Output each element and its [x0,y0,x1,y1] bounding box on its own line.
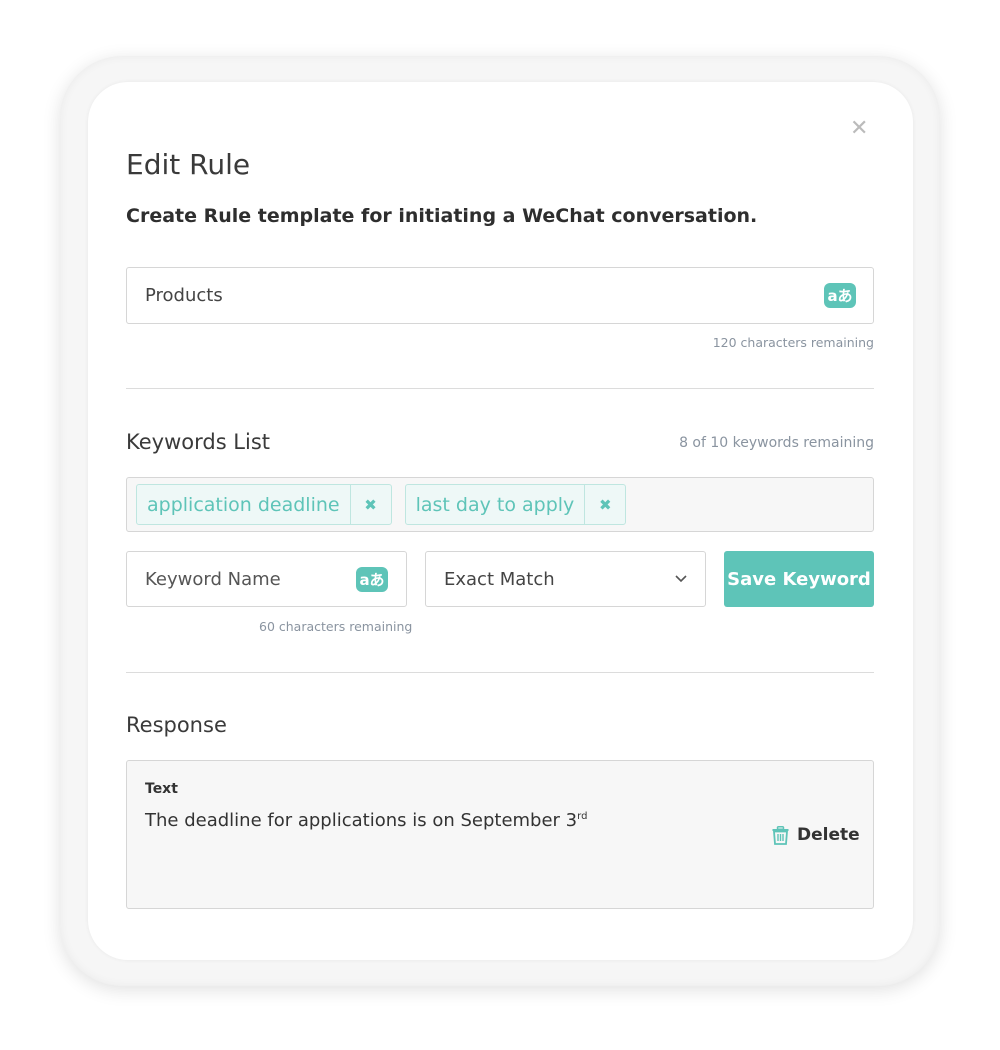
chevron-down-icon [675,575,687,583]
keyword-name-remaining: 60 characters remaining [259,619,413,634]
divider [126,672,874,673]
delete-button[interactable]: Delete [772,825,860,845]
keyword-tags: application deadline ✖ last day to apply… [126,477,874,532]
keyword-tag-label: last day to apply [415,493,575,516]
divider [126,388,874,389]
match-type-select[interactable]: Exact Match [425,551,706,607]
rule-name-input[interactable]: Products aあ [126,267,874,324]
response-text: The deadline for applications is on Sept… [145,810,587,831]
response-type-label: Text [145,781,178,797]
translate-icon[interactable]: aあ [356,567,388,592]
keywords-remaining: 8 of 10 keywords remaining [679,435,874,451]
remove-tag-icon[interactable]: ✖ [349,485,391,524]
rule-name-remaining: 120 characters remaining [712,335,874,350]
dialog-title: Edit Rule [126,148,251,181]
response-text-body: The deadline for applications is on Sept… [145,810,578,831]
response-text-sup: rd [577,811,588,822]
keywords-heading: Keywords List [126,430,271,454]
remove-tag-icon[interactable]: ✖ [584,485,625,524]
response-card: Text The deadline for applications is on… [126,760,874,909]
translate-icon[interactable]: aあ [824,283,856,308]
save-keyword-button[interactable]: Save Keyword [724,551,874,607]
rule-name-value: Products [145,285,223,306]
close-icon[interactable]: ✕ [850,116,868,141]
delete-label: Delete [797,825,860,845]
keyword-tag-label: application deadline [147,493,340,516]
dialog-subtitle: Create Rule template for initiating a We… [126,205,758,227]
keyword-name-input[interactable]: Keyword Name aあ [126,551,407,607]
trash-icon [772,825,789,845]
match-type-value: Exact Match [444,568,555,590]
response-heading: Response [126,713,227,737]
keyword-tag: application deadline ✖ [136,484,392,525]
keyword-tag: last day to apply ✖ [404,484,627,525]
keyword-name-placeholder: Keyword Name [145,568,281,590]
